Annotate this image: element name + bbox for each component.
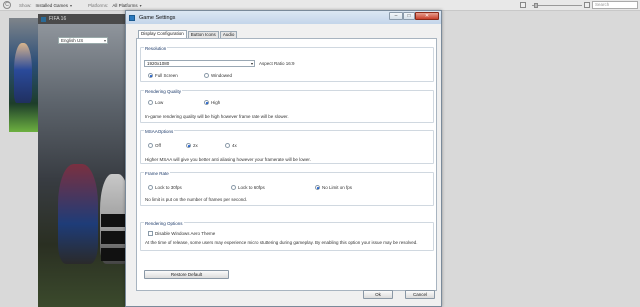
chevron-down-icon[interactable]: ▾ <box>140 3 142 8</box>
tab-audio[interactable]: Audio <box>219 31 238 38</box>
game-background-image <box>38 24 134 307</box>
quality-high-radio[interactable] <box>204 100 209 105</box>
tab-display-configuration[interactable]: Display Configuration <box>138 30 187 38</box>
no-limit-fps-label: No Limit on fps <box>322 185 353 190</box>
resolution-value: 1920x1080 <box>147 61 170 66</box>
game-cover-art[interactable] <box>9 18 38 132</box>
msaa-2x-radio[interactable] <box>186 143 191 148</box>
show-filter-dropdown[interactable]: Installed Games <box>36 3 69 8</box>
list-view-icon[interactable] <box>520 2 526 8</box>
msaa-off-label: Off <box>155 143 161 148</box>
rendering-options-heading: Rendering Options <box>144 221 184 226</box>
disable-aero-checkbox[interactable] <box>148 231 153 236</box>
resolution-heading: Resolution <box>144 46 168 51</box>
tab-button-icons[interactable]: Button Icons <box>187 31 219 38</box>
game-window-titlebar: FIFA 16 <box>38 14 134 24</box>
full-screen-radio[interactable] <box>148 73 153 78</box>
lock-60fps-radio[interactable] <box>231 185 236 190</box>
lock-60fps-label: Lock to 60fps <box>238 185 265 190</box>
language-select[interactable]: English US ▾ <box>58 37 108 44</box>
quality-low-label: Low <box>155 100 164 105</box>
language-value: English US <box>61 38 84 43</box>
rendering-options-note: At the time of release, some users may e… <box>145 240 418 245</box>
game-settings-dialog: Game Settings – □ ✕ Display Configuratio… <box>125 10 442 307</box>
chevron-down-icon: ▾ <box>250 61 253 66</box>
msaa-group: MSAAOptions Off 2x 4x Higher MSAA will g… <box>140 129 434 164</box>
display-configuration-panel: Resolution 1920x1080 ▾ Aspect Ratio 16:9… <box>136 38 437 291</box>
frame-rate-group: Frame Rate Lock to 30fps Lock to 60fps N… <box>140 171 434 206</box>
launcher-menu-button[interactable] <box>101 231 128 244</box>
cancel-button[interactable]: Cancel <box>405 290 435 299</box>
lock-30fps-label: Lock to 30fps <box>155 185 182 190</box>
grid-view-icon[interactable] <box>584 2 590 8</box>
msaa-heading: MSAAOptions <box>144 129 175 134</box>
windowed-radio[interactable] <box>204 73 209 78</box>
game-launcher-window: FIFA 16 <box>38 14 134 307</box>
search-input[interactable]: Search <box>592 1 638 9</box>
game-app-icon <box>41 16 46 22</box>
quality-low-radio[interactable] <box>148 100 153 105</box>
player-image <box>58 164 98 264</box>
quality-note: In-game rendering quality will be high h… <box>145 114 289 119</box>
maximize-button[interactable]: □ <box>403 12 415 20</box>
msaa-4x-radio[interactable] <box>225 143 230 148</box>
minimize-button[interactable]: – <box>389 12 403 20</box>
settings-tabs: Display Configuration Button Icons Audio <box>138 30 238 38</box>
show-label: Show: <box>19 2 32 8</box>
aspect-ratio-label: Aspect Ratio 16:9 <box>259 61 295 66</box>
disable-aero-label: Disable Windows Aero Theme <box>155 231 216 236</box>
chevron-down-icon[interactable]: ▾ <box>70 3 72 8</box>
platforms-label: Platforms: <box>88 2 109 8</box>
rendering-options-group: Rendering Options Disable Windows Aero T… <box>140 221 434 251</box>
app-icon <box>129 14 135 21</box>
windowed-label: Windowed <box>211 73 233 78</box>
resolution-group: Resolution 1920x1080 ▾ Aspect Ratio 16:9… <box>140 46 434 82</box>
resolution-select[interactable]: 1920x1080 ▾ <box>144 60 255 67</box>
msaa-off-radio[interactable] <box>148 143 153 148</box>
close-button[interactable]: ✕ <box>415 12 439 20</box>
full-screen-label: Full Screen <box>155 73 178 78</box>
quality-high-label: High <box>211 100 221 105</box>
slider-thumb[interactable] <box>534 3 538 8</box>
chevron-down-icon: ▾ <box>103 38 106 43</box>
restore-default-button[interactable]: Restore Default <box>144 270 229 279</box>
platforms-filter-dropdown[interactable]: All Platforms <box>112 3 137 8</box>
frame-rate-heading: Frame Rate <box>144 171 170 176</box>
msaa-2x-label: 2x <box>193 143 198 148</box>
lock-30fps-radio[interactable] <box>148 185 153 190</box>
dialog-title: Game Settings <box>139 14 176 21</box>
rendering-quality-heading: Rendering Quality <box>144 89 183 94</box>
game-title: FIFA 16 <box>49 16 67 22</box>
rendering-quality-group: Rendering Quality Low High In-game rende… <box>140 89 434 123</box>
msaa-4x-label: 4x <box>232 143 237 148</box>
msaa-note: Higher MSAA will give you better anti al… <box>145 157 311 162</box>
launcher-logo-icon[interactable]: C <box>3 1 11 9</box>
cover-player-image <box>14 43 32 103</box>
tile-size-slider[interactable] <box>532 3 582 8</box>
ok-button[interactable]: Ok <box>363 290 393 299</box>
launcher-menu-button[interactable] <box>101 248 128 261</box>
no-limit-fps-radio[interactable] <box>315 185 320 190</box>
frame-rate-note: No limit is put on the number of frames … <box>145 197 248 202</box>
launcher-menu-button[interactable] <box>101 214 128 227</box>
